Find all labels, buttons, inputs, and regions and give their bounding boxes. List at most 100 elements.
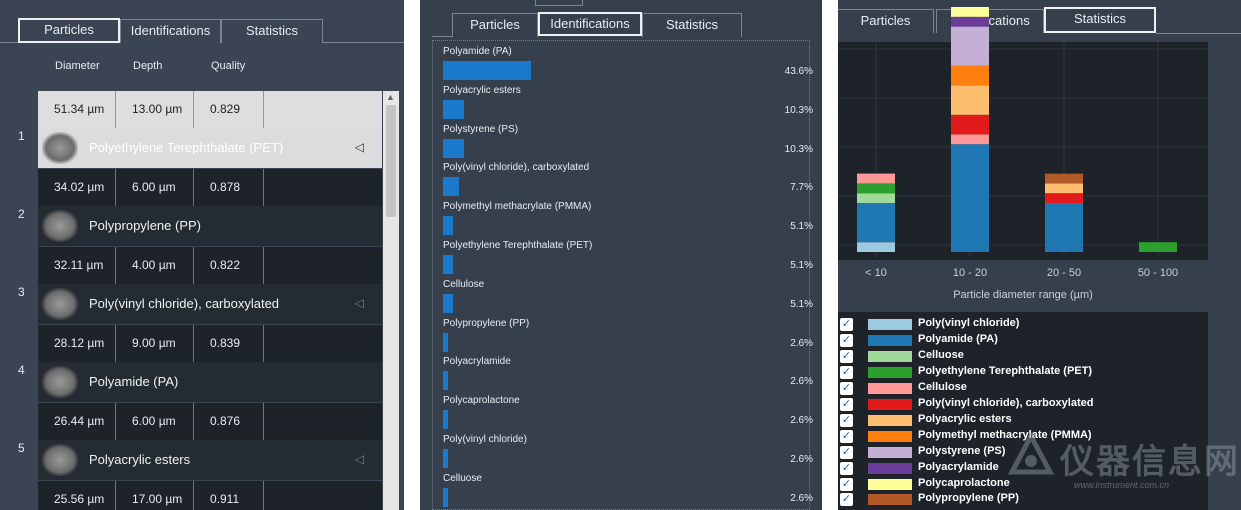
legend-checkbox[interactable]: ✓ bbox=[840, 413, 853, 427]
identification-row[interactable]: Poly(vinyl chloride), carboxylated 7.7% bbox=[443, 162, 813, 201]
bar-segment[interactable] bbox=[1045, 203, 1083, 252]
legend-checkbox[interactable]: ✓ bbox=[840, 333, 853, 347]
identification-row[interactable]: Polypropylene (PP) 2.6% bbox=[443, 318, 813, 357]
particle-measurement-row[interactable]: 51.34 µm 13.00 µm 0.829 bbox=[38, 91, 382, 128]
identification-row[interactable]: Polyamide (PA) 43.6% bbox=[443, 46, 813, 85]
identification-label: Polystyrene (PS) bbox=[443, 123, 519, 135]
legend-checkbox[interactable]: ✓ bbox=[840, 381, 853, 395]
particle-measurement-row[interactable]: 34.02 µm 6.00 µm 0.878 bbox=[38, 169, 382, 206]
expand-arrow-icon[interactable]: ◁ bbox=[355, 140, 364, 154]
bar-segment[interactable] bbox=[951, 16, 989, 27]
bar-segment[interactable] bbox=[951, 85, 989, 115]
particle-measurement-row[interactable]: 32.11 µm 4.00 µm 0.822 bbox=[38, 247, 382, 284]
legend-checkbox[interactable]: ✓ bbox=[840, 429, 853, 443]
particle-list-scrollbar[interactable]: ▲ bbox=[383, 91, 399, 510]
column-header-depth[interactable]: Depth bbox=[133, 60, 162, 72]
legend-label: Cellulose bbox=[918, 380, 967, 393]
legend-item[interactable]: ✓ Polyethylene Terephthalate (PET) bbox=[840, 365, 1200, 381]
tab-identifications[interactable]: Identifications bbox=[120, 19, 221, 43]
tab-particles[interactable]: Particles bbox=[18, 18, 120, 43]
scrollbar-thumb[interactable] bbox=[386, 105, 396, 217]
tab-statistics[interactable]: Statistics bbox=[642, 13, 742, 37]
expand-arrow-icon[interactable]: ◁ bbox=[355, 452, 364, 466]
bar-segment[interactable] bbox=[1045, 193, 1083, 203]
tab-identifications[interactable]: Identifications bbox=[538, 12, 642, 36]
particle-material-row[interactable]: Polyacrylic esters ◁ bbox=[38, 440, 382, 480]
identification-row[interactable]: Polyacrylic esters 10.3% bbox=[443, 85, 813, 124]
identification-percentage: 5.1% bbox=[790, 298, 813, 310]
bar-segment[interactable] bbox=[951, 144, 989, 252]
legend-checkbox[interactable]: ✓ bbox=[840, 461, 853, 475]
bar-segment[interactable] bbox=[951, 7, 989, 17]
identification-row[interactable]: Polyacrylamide 2.6% bbox=[443, 356, 813, 395]
particle-material-row[interactable]: Polyethylene Terephthalate (PET) ◁ bbox=[38, 128, 382, 168]
bar-segment[interactable] bbox=[951, 134, 989, 145]
identification-percentage: 2.6% bbox=[790, 376, 813, 388]
identification-bar bbox=[443, 410, 448, 430]
legend-label: Polycaprolactone bbox=[918, 476, 1010, 489]
identification-bar bbox=[443, 216, 453, 236]
legend-checkbox[interactable]: ✓ bbox=[840, 397, 853, 411]
bar-segment[interactable] bbox=[857, 203, 895, 243]
legend-item[interactable]: ✓ Cellulose bbox=[840, 381, 1200, 397]
legend-checkbox[interactable]: ✓ bbox=[840, 493, 853, 507]
legend-item[interactable]: ✓ Polypropylene (PP) bbox=[840, 492, 1200, 508]
x-tick-label: 20 - 50 bbox=[1047, 267, 1081, 279]
particle-material-row[interactable]: Poly(vinyl chloride), carboxylated ◁ bbox=[38, 284, 382, 324]
particle-quality: 0.876 bbox=[194, 403, 264, 440]
particle-index: 3 bbox=[18, 285, 25, 299]
legend-item[interactable]: ✓ Polyacrylic esters bbox=[840, 413, 1200, 429]
legend-checkbox[interactable]: ✓ bbox=[840, 318, 853, 331]
particle-measurement-row[interactable]: 28.12 µm 9.00 µm 0.839 bbox=[38, 325, 382, 362]
bar-segment[interactable] bbox=[857, 183, 895, 194]
legend-item[interactable]: ✓ Polyamide (PA) bbox=[840, 333, 1200, 349]
particle-depth: 13.00 µm bbox=[116, 91, 194, 128]
x-axis-title: Particle diameter range (µm) bbox=[953, 289, 1093, 301]
identification-row[interactable]: Polycaprolactone 2.6% bbox=[443, 395, 813, 434]
identification-row[interactable]: Celluose 2.6% bbox=[443, 472, 813, 510]
bar-segment[interactable] bbox=[1045, 183, 1083, 194]
bar-segment[interactable] bbox=[857, 193, 895, 203]
particle-depth: 9.00 µm bbox=[116, 325, 194, 362]
identification-row[interactable]: Polyethylene Terephthalate (PET) 5.1% bbox=[443, 240, 813, 279]
particle-quality: 0.878 bbox=[194, 169, 264, 206]
particle-index: 5 bbox=[18, 441, 25, 455]
identification-row[interactable]: Poly(vinyl chloride) 2.6% bbox=[443, 434, 813, 473]
column-header-quality[interactable]: Quality bbox=[211, 60, 245, 72]
particle-material-name: Poly(vinyl chloride), carboxylated bbox=[89, 296, 280, 311]
scroll-up-arrow-icon[interactable]: ▲ bbox=[386, 92, 395, 102]
identification-row[interactable]: Polymethyl methacrylate (PMMA) 5.1% bbox=[443, 201, 813, 240]
particle-thumbnail bbox=[42, 210, 78, 242]
expand-arrow-icon[interactable]: ◁ bbox=[355, 296, 364, 310]
bar-segment[interactable] bbox=[951, 26, 989, 66]
legend-swatch bbox=[868, 446, 912, 458]
particle-measurement-row[interactable]: 26.44 µm 6.00 µm 0.876 bbox=[38, 403, 382, 440]
particle-material-row[interactable]: Polyamide (PA) bbox=[38, 362, 382, 402]
legend-checkbox[interactable]: ✓ bbox=[840, 349, 853, 363]
column-header-diameter[interactable]: Diameter bbox=[55, 60, 100, 72]
identification-label: Celluose bbox=[443, 472, 482, 484]
legend-checkbox[interactable]: ✓ bbox=[840, 445, 853, 459]
identification-percentage: 7.7% bbox=[790, 182, 813, 194]
legend-item[interactable]: ✓ Poly(vinyl chloride) bbox=[840, 317, 1200, 333]
identification-percentage: 2.6% bbox=[790, 454, 813, 465]
particle-thumbnail bbox=[42, 366, 78, 398]
watermark-text: 仪器信息网 bbox=[1060, 443, 1240, 481]
identification-row[interactable]: Polystyrene (PS) 10.3% bbox=[443, 123, 813, 163]
particle-measurement-row[interactable]: 25.56 µm 17.00 µm 0.911 bbox=[38, 481, 382, 510]
bar-segment[interactable] bbox=[1045, 173, 1083, 184]
tab-statistics[interactable]: Statistics bbox=[221, 19, 323, 43]
legend-checkbox[interactable]: ✓ bbox=[840, 477, 853, 491]
legend-checkbox[interactable]: ✓ bbox=[840, 365, 853, 379]
bar-segment[interactable] bbox=[857, 173, 895, 184]
identification-row[interactable]: Cellulose 5.1% bbox=[443, 279, 813, 318]
particle-quality: 0.822 bbox=[194, 247, 264, 284]
bar-segment[interactable] bbox=[1139, 242, 1177, 252]
bar-segment[interactable] bbox=[857, 242, 895, 252]
bar-segment[interactable] bbox=[951, 65, 989, 86]
legend-item[interactable]: ✓ Poly(vinyl chloride), carboxylated bbox=[840, 397, 1200, 413]
particle-material-row[interactable]: Polypropylene (PP) bbox=[38, 206, 382, 246]
tab-particles[interactable]: Particles bbox=[452, 13, 538, 37]
legend-item[interactable]: ✓ Celluose bbox=[840, 349, 1200, 365]
bar-segment[interactable] bbox=[951, 114, 989, 135]
